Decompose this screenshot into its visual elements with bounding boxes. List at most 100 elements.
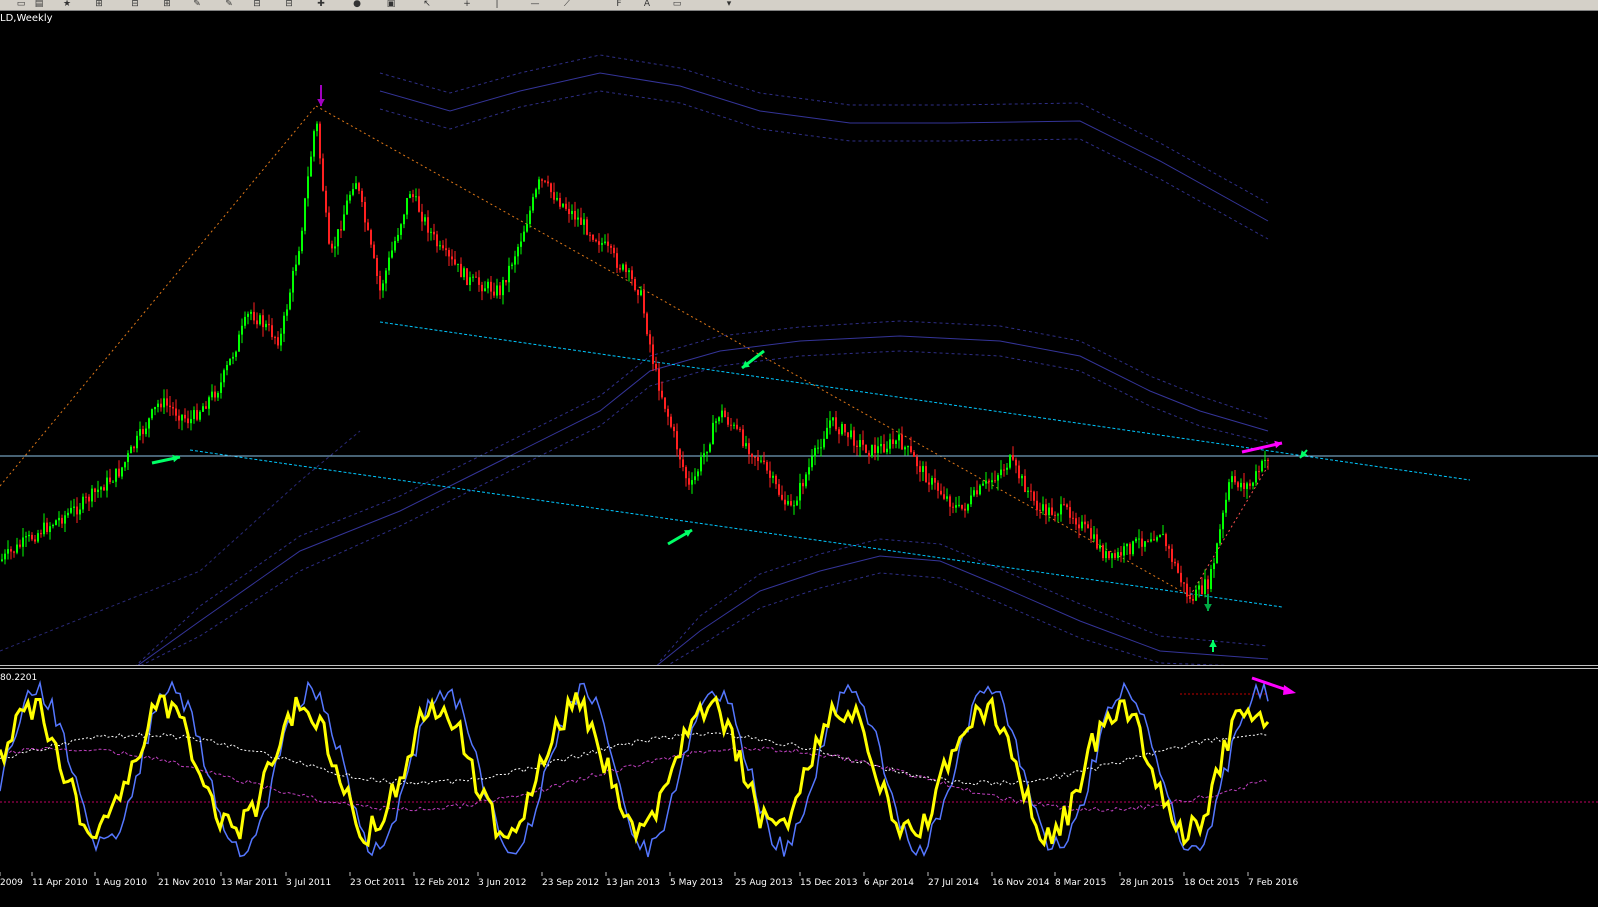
candle-body [304,198,306,231]
candle-body [22,537,24,547]
candle-body [49,526,51,533]
candle-body [589,234,591,236]
pencil-alt-icon[interactable]: ✎ [222,0,236,9]
fibo-icon[interactable]: F [612,0,626,9]
autotrading-icon[interactable]: ● [350,0,364,9]
candle-body [832,417,834,421]
candle-body [718,417,720,422]
price-chart[interactable] [0,11,1598,677]
candle-body [16,544,18,553]
period-icon[interactable]: ⊟ [250,0,264,9]
candle-body [1204,579,1206,595]
candle-body [1108,551,1110,559]
candle-body [931,478,933,485]
candle-body [1000,469,1002,476]
candle-body [73,506,75,508]
candle-body [862,440,864,445]
candle-body [1090,528,1092,539]
text-icon[interactable]: A [640,0,654,9]
period-alt-icon[interactable]: ⊟ [282,0,296,9]
candle-body [319,123,321,159]
candle-body [622,264,624,270]
sell-arrow-right [1299,449,1308,459]
candle-body [607,241,609,246]
candle-body [934,478,936,483]
navigator-icon[interactable]: ▣ [384,0,398,9]
candle-body [556,198,558,200]
vertical-line-icon[interactable]: | [490,0,504,9]
candle-body [604,241,606,244]
candle-body [421,211,423,222]
candle-body [844,423,846,433]
candle-body [892,439,894,445]
candle-body [103,487,105,491]
candle-body [808,467,810,475]
candle-body [925,466,927,483]
candle-body [136,435,138,449]
oscillator-panel[interactable] [0,669,1598,872]
candle-body [1258,471,1260,473]
candle-body [424,217,426,222]
profile-icon[interactable]: ⊟ [128,0,142,9]
candle-body [295,264,297,271]
candle-body [1174,561,1176,564]
candle-body [238,334,240,352]
candle-body [34,539,36,542]
candle-body [958,504,960,506]
candle-body [523,231,525,242]
signal-arrows [151,85,1308,652]
candle-body [37,533,39,542]
candle-body [418,196,420,212]
candle-body [991,480,993,483]
candle-body [211,391,213,398]
zigzag-lines [0,105,1269,597]
candle-body [244,316,246,326]
candle-body [1237,482,1239,488]
candle-body [937,482,939,491]
candle-body [1096,534,1098,549]
candle-body [217,392,219,398]
templates-icon[interactable]: ⊞ [92,0,106,9]
chart-grid-icon[interactable]: ⊞ [160,0,174,9]
candle-body [508,265,510,283]
candle-body [826,427,828,439]
time-axis-label: 23 Oct 2011 [350,878,406,888]
time-axis-label: 27 Jul 2014 [928,878,979,888]
pencil-icon[interactable]: ✎ [190,0,204,9]
oscillator-main-line [0,692,1270,848]
candle-body [19,544,21,547]
open-icon[interactable]: ▤ [32,0,46,9]
candle-body [883,443,885,453]
new-order-icon[interactable]: ✚ [314,0,328,9]
candle-body [409,194,411,198]
envelope-band-line [0,430,361,652]
crosshair-icon[interactable]: + [460,0,474,9]
envelope-band-line [649,572,1269,677]
candle-body [988,480,990,483]
horizontal-line-icon[interactable]: — [528,0,542,9]
candle-body [1249,483,1251,486]
candle-body [805,474,807,487]
candle-body [526,224,528,232]
candle-body [820,447,822,449]
cursor-icon[interactable]: ↖ [420,0,434,9]
arrows-icon[interactable]: ▾ [722,0,736,9]
envelope-band-line [379,72,1269,222]
candle-body [232,356,234,359]
candle-body [265,323,267,328]
candle-body [559,198,561,207]
toolbar: ▭ ▤ ★ ⊞ ⊟ ⊞ ✎ ✎ ⊟ ⊟ ✚ ● ▣ ↖ + | — ⟋ F A ▭ ▾ [0,0,1598,11]
candle-body [280,333,282,346]
candle-body [1120,552,1122,556]
candle-body [595,239,597,242]
trendline-icon[interactable]: ⟋ [560,0,574,9]
new-chart-icon[interactable]: ▭ [14,0,28,9]
candle-body [538,179,540,190]
label-icon[interactable]: ▭ [670,0,684,9]
time-axis-label: 15 Dec 2013 [800,878,858,888]
candle-body [118,468,120,477]
candle-body [1198,585,1200,590]
candle-body [685,467,687,479]
candle-body [1057,514,1059,516]
favorites-icon[interactable]: ★ [60,0,74,9]
